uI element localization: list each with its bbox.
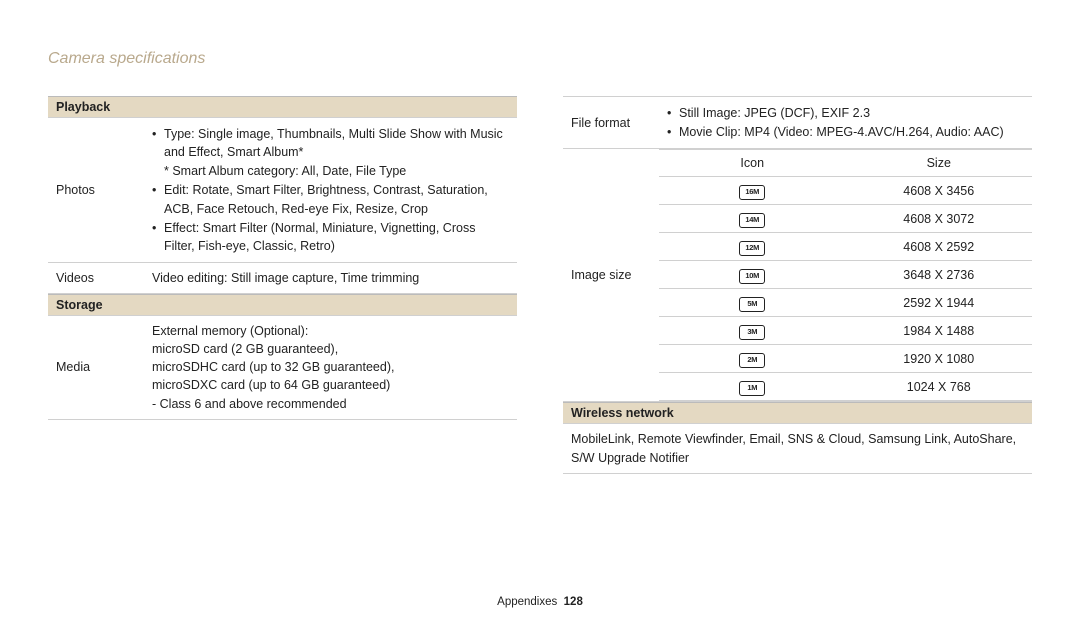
photos-type: Type: Single image, Thumbnails, Multi Sl… [152, 125, 509, 161]
fileformat-still: Still Image: JPEG (DCF), EXIF 2.3 [667, 104, 1024, 122]
size-icon: 10M [739, 269, 765, 284]
size-value: 1024 X 768 [846, 373, 1033, 401]
size-icon: 3M [739, 325, 765, 340]
size-value: 1984 X 1488 [846, 317, 1033, 345]
row-photos: Photos Type: Single image, Thumbnails, M… [48, 118, 517, 263]
media-l2: microSD card (2 GB guaranteed), [152, 340, 509, 358]
wireless-body: MobileLink, Remote Viewfinder, Email, SN… [563, 423, 1032, 473]
left-column: Playback Photos Type: Single image, Thum… [48, 96, 517, 474]
photos-label: Photos [48, 118, 144, 263]
media-l1: External memory (Optional): [152, 322, 509, 340]
sizes-header-size: Size [846, 150, 1033, 177]
image-sizes-table: Icon Size 16M4608 X 3456 14M4608 X 3072 … [659, 149, 1032, 401]
size-icon: 14M [739, 213, 765, 228]
size-row: 2M 1920 X 1080 [659, 345, 1032, 373]
row-imagesize: Image size Icon Size 16M 4608 X 3456 14M 4… [563, 149, 1032, 402]
size-value: 4608 X 2592 [846, 233, 1033, 261]
size-icon: 2M [739, 353, 765, 368]
photos-effect: Effect: Smart Filter (Normal, Miniature,… [152, 219, 509, 255]
right-column: File format Still Image: JPEG (DCF), EXI… [563, 96, 1032, 474]
size-value: 2592 X 1944 [846, 289, 1033, 317]
size-row: 1M 1024 X 768 [659, 373, 1032, 401]
imagesize-label: Image size [563, 149, 659, 402]
size-value: 3648 X 2736 [846, 261, 1033, 289]
sizes-header-icon: Icon [659, 150, 846, 177]
size-row: 12M 4608 X 2592 [659, 233, 1032, 261]
footer-label: Appendixes [497, 596, 557, 608]
size-icon: 16M [739, 185, 765, 200]
sizes-header-row: Icon Size [659, 150, 1032, 177]
footer-page: 128 [564, 596, 583, 608]
photos-value: Type: Single image, Thumbnails, Multi Sl… [144, 118, 517, 263]
media-label: Media [48, 316, 144, 420]
fileformat-value: Still Image: JPEG (DCF), EXIF 2.3 Movie … [659, 97, 1032, 149]
size-value: 1920 X 1080 [846, 345, 1033, 373]
content-columns: Playback Photos Type: Single image, Thum… [48, 96, 1032, 474]
size-row: 16M 4608 X 3456 [659, 177, 1032, 205]
size-row: 5M 2592 X 1944 [659, 289, 1032, 317]
media-value: External memory (Optional): microSD card… [144, 316, 517, 420]
size-value: 4608 X 3072 [846, 205, 1033, 233]
playback-table: Photos Type: Single image, Thumbnails, M… [48, 117, 517, 294]
fileformat-label: File format [563, 97, 659, 149]
imagesize-value: Icon Size 16M4608 X 3456 14M4608 X 3072 … [659, 149, 1032, 402]
row-media: Media External memory (Optional): microS… [48, 316, 517, 420]
size-row: 14M 4608 X 3072 [659, 205, 1032, 233]
media-l5: - Class 6 and above recommended [152, 395, 509, 413]
media-l4: microSDXC card (up to 64 GB guaranteed) [152, 376, 509, 394]
storage-header: Storage [48, 294, 517, 315]
size-icon: 12M [739, 241, 765, 256]
row-fileformat: File format Still Image: JPEG (DCF), EXI… [563, 97, 1032, 149]
size-value: 4608 X 3456 [846, 177, 1033, 205]
fileformat-movie: Movie Clip: MP4 (Video: MPEG-4.AVC/H.264… [667, 123, 1024, 141]
fileformat-table: File format Still Image: JPEG (DCF), EXI… [563, 96, 1032, 402]
size-icon: 5M [739, 297, 765, 312]
playback-header: Playback [48, 96, 517, 117]
wireless-header: Wireless network [563, 402, 1032, 423]
row-videos: Videos Video editing: Still image captur… [48, 262, 517, 293]
videos-value: Video editing: Still image capture, Time… [144, 262, 517, 293]
page-footer: Appendixes 128 [0, 596, 1080, 608]
page-title: Camera specifications [48, 50, 1032, 68]
size-row: 10M 3648 X 2736 [659, 261, 1032, 289]
size-icon: 1M [739, 381, 765, 396]
media-l3: microSDHC card (up to 32 GB guaranteed), [152, 358, 509, 376]
photos-edit: Edit: Rotate, Smart Filter, Brightness, … [152, 181, 509, 217]
videos-label: Videos [48, 262, 144, 293]
storage-table: Media External memory (Optional): microS… [48, 315, 517, 420]
size-row: 3M 1984 X 1488 [659, 317, 1032, 345]
photos-smart-album: * Smart Album category: All, Date, File … [152, 162, 509, 180]
